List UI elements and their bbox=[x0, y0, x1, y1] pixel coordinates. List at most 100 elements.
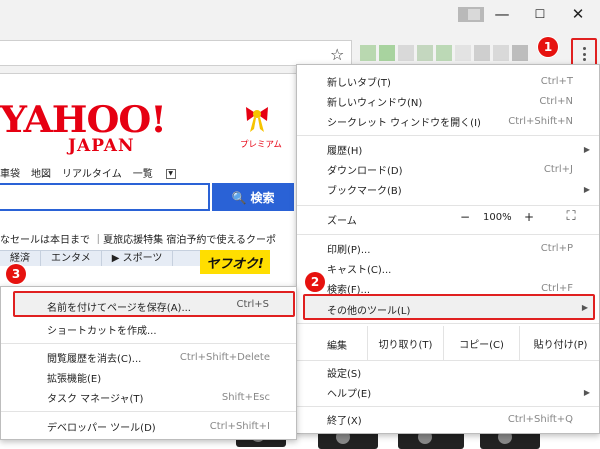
menu-item-bookmarks[interactable]: ブックマーク(B) ▶ bbox=[297, 179, 599, 199]
menu-item-shortcut: Ctrl+P bbox=[540, 242, 573, 254]
menu-item-label: 終了(X) bbox=[327, 415, 362, 427]
premium-label[interactable]: プレミアム bbox=[240, 138, 282, 150]
menu-item-shortcut: Ctrl+F bbox=[541, 282, 573, 294]
extension-icon[interactable] bbox=[398, 45, 414, 61]
menu-divider bbox=[297, 135, 599, 136]
menu-item-print[interactable]: 印刷(P)... Ctrl+P bbox=[297, 238, 599, 258]
menu-item-label: シークレット ウィンドウを開く(I) bbox=[327, 117, 481, 129]
zoom-out-button[interactable]: − bbox=[455, 210, 475, 224]
tab-sports[interactable]: ▶ スポーツ bbox=[102, 251, 174, 266]
nav-link[interactable]: 一覧 ▼ bbox=[133, 165, 187, 180]
menu-item-label: 印刷(P)... bbox=[327, 244, 371, 256]
menu-item-label: 新しいタブ(T) bbox=[327, 77, 391, 89]
yafuoku-banner[interactable]: ヤフオク! bbox=[200, 250, 270, 274]
chevron-right-icon: ▶ bbox=[583, 184, 590, 194]
promo-links[interactable]: なセールは本日まで ｜夏旅応援特集 宿泊予約で使えるクーポ bbox=[0, 231, 296, 246]
paste-button[interactable]: 貼り付け(P) bbox=[519, 326, 600, 360]
menu-divider bbox=[297, 323, 599, 324]
copy-button[interactable]: コピー(C) bbox=[443, 326, 519, 360]
step-badge-1: 1 bbox=[538, 37, 558, 57]
menu-item-shortcut: Ctrl+S bbox=[236, 299, 269, 310]
menu-item-label: ブックマーク(B) bbox=[327, 185, 402, 197]
menu-item-label: ヘルプ(E) bbox=[327, 388, 372, 400]
menu-item-cast[interactable]: キャスト(C)... bbox=[297, 258, 599, 278]
fullscreen-icon[interactable]: ⛶ bbox=[561, 209, 581, 224]
extension-icon[interactable] bbox=[474, 45, 490, 61]
cut-button[interactable]: 切り取り(T) bbox=[367, 326, 443, 360]
address-bar[interactable]: ☆ bbox=[0, 40, 352, 66]
extension-icon[interactable] bbox=[379, 45, 395, 61]
extension-icon[interactable] bbox=[493, 45, 509, 61]
menu-item-downloads[interactable]: ダウンロード(D) Ctrl+J bbox=[297, 159, 599, 179]
chevron-right-icon: ▶ bbox=[583, 144, 590, 154]
tab-economy[interactable]: 経済 bbox=[0, 251, 41, 266]
nav-link[interactable]: 地図 bbox=[31, 165, 51, 180]
service-nav: 車袋 地図 リアルタイム 一覧 ▼ bbox=[0, 165, 198, 180]
title-bar: — ☐ ✕ bbox=[0, 0, 600, 32]
search-input[interactable] bbox=[0, 183, 210, 211]
menu-item-help[interactable]: ヘルプ(E) ▶ bbox=[297, 382, 599, 402]
menu-item-label: デベロッパー ツール(D) bbox=[47, 422, 156, 434]
menu-divider bbox=[1, 343, 296, 344]
menu-item-shortcut: Shift+Esc bbox=[221, 391, 270, 403]
menu-item-history[interactable]: 履歴(H) ▶ bbox=[297, 139, 599, 159]
edit-label: 編集 bbox=[327, 341, 347, 352]
tab-entertainment[interactable]: エンタメ bbox=[41, 251, 102, 266]
menu-item-shortcut: Ctrl+N bbox=[539, 95, 573, 107]
nav-link[interactable]: 車袋 bbox=[0, 165, 20, 180]
premium-ribbon-icon[interactable] bbox=[243, 104, 271, 134]
nav-link-label: 一覧 bbox=[132, 169, 153, 180]
nav-link[interactable]: リアルタイム bbox=[62, 165, 122, 180]
menu-item-exit[interactable]: 終了(X) Ctrl+Shift+Q bbox=[297, 409, 599, 429]
menu-divider bbox=[1, 411, 296, 412]
menu-item-clear-browsing-data[interactable]: 閲覧履歴を消去(C)... Ctrl+Shift+Delete bbox=[1, 347, 296, 367]
menu-item-label: 拡張機能(E) bbox=[47, 373, 102, 385]
menu-item-create-shortcut[interactable]: ショートカットを作成... bbox=[1, 319, 296, 339]
menu-item-label: 名前を付けてページを保存(A)... bbox=[47, 303, 191, 314]
menu-item-label: ショートカットを作成... bbox=[47, 325, 157, 337]
yahoo-logo[interactable]: YAHOO! bbox=[0, 99, 167, 141]
more-tools-submenu: 名前を付けてページを保存(A)... Ctrl+S ショートカットを作成... … bbox=[0, 286, 297, 440]
menu-item-label: 閲覧履歴を消去(C)... bbox=[47, 353, 142, 365]
extension-icon[interactable] bbox=[512, 45, 528, 61]
close-icon: ✕ bbox=[571, 5, 585, 23]
cut-label: 切り取り(T) bbox=[378, 339, 433, 351]
menu-item-label: ダウンロード(D) bbox=[327, 165, 403, 177]
bookmark-star-icon[interactable]: ☆ bbox=[330, 45, 344, 64]
menu-item-new-tab[interactable]: 新しいタブ(T) Ctrl+T bbox=[297, 71, 599, 91]
menu-item-shortcut: Ctrl+Shift+Delete bbox=[179, 351, 270, 363]
zoom-level: 100% bbox=[483, 212, 512, 223]
profile-avatar-blurred[interactable] bbox=[458, 7, 484, 22]
menu-item-task-manager[interactable]: タスク マネージャ(T) Shift+Esc bbox=[1, 387, 296, 407]
menu-item-shortcut: Ctrl+T bbox=[540, 75, 573, 87]
minimize-button[interactable]: — bbox=[486, 0, 518, 28]
menu-item-extensions[interactable]: 拡張機能(E) bbox=[1, 367, 296, 387]
step-badge-3: 3 bbox=[6, 264, 26, 284]
menu-item-more-tools[interactable]: その他のツール(L) ▶ bbox=[303, 294, 595, 320]
chevron-down-icon: ▼ bbox=[165, 169, 176, 179]
kebab-menu-icon bbox=[582, 47, 586, 61]
maximize-button[interactable]: ☐ bbox=[524, 0, 556, 28]
menu-item-label: 新しいウィンドウ(N) bbox=[327, 97, 423, 109]
search-button[interactable]: 🔍 検索 bbox=[212, 183, 294, 211]
menu-item-new-window[interactable]: 新しいウィンドウ(N) Ctrl+N bbox=[297, 91, 599, 111]
menu-item-label: 設定(S) bbox=[327, 368, 362, 380]
menu-divider bbox=[297, 205, 599, 206]
menu-item-settings[interactable]: 設定(S) bbox=[297, 362, 599, 382]
menu-divider bbox=[297, 406, 599, 407]
zoom-in-button[interactable]: + bbox=[519, 210, 539, 224]
extension-icon[interactable] bbox=[417, 45, 433, 61]
menu-item-developer-tools[interactable]: デベロッパー ツール(D) Ctrl+Shift+I bbox=[1, 416, 296, 436]
zoom-row: ズーム − 100% + ⛶ bbox=[297, 208, 599, 228]
close-window-button[interactable]: ✕ bbox=[562, 0, 594, 28]
extension-icon[interactable] bbox=[360, 45, 376, 61]
copy-label: コピー(C) bbox=[459, 339, 504, 351]
maximize-icon: ☐ bbox=[534, 7, 546, 21]
menu-item-incognito[interactable]: シークレット ウィンドウを開く(I) Ctrl+Shift+N bbox=[297, 111, 599, 131]
extension-icon[interactable] bbox=[455, 45, 471, 61]
menu-item-shortcut: Ctrl+J bbox=[543, 163, 573, 175]
menu-item-save-page-as[interactable]: 名前を付けてページを保存(A)... Ctrl+S bbox=[13, 291, 295, 317]
extension-icon[interactable] bbox=[436, 45, 452, 61]
menu-item-label: その他のツール(L) bbox=[327, 306, 411, 317]
menu-item-shortcut: Ctrl+Shift+N bbox=[508, 115, 573, 127]
